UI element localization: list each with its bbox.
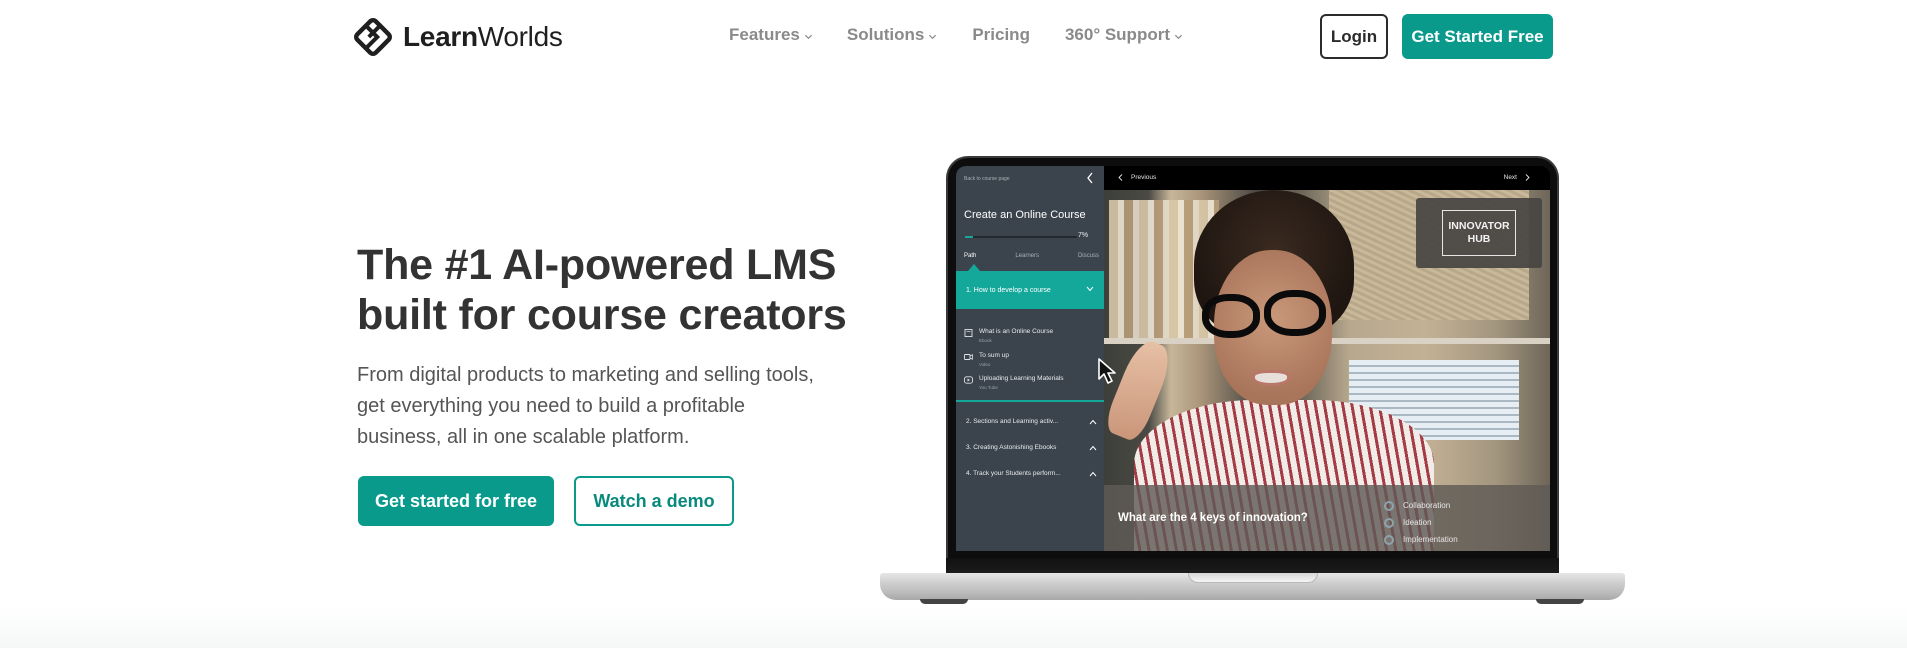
book-icon [964,329,973,337]
lesson-name: To sum up [979,352,1009,359]
watch-demo-button[interactable]: Watch a demo [574,476,734,526]
youtube-play-icon [964,376,973,384]
hero-subtitle: From digital products to marketing and s… [357,364,814,448]
tab-discuss[interactable]: Discuss [1078,253,1099,259]
video-presenter-mouth [1252,370,1290,386]
get-started-free-button[interactable]: Get Started Free [1402,14,1553,59]
lesson-type: You Tube [979,385,998,390]
course-sidebar: Back to course page Create an Online Cou… [956,166,1104,551]
lesson-item[interactable]: Uploading Learning Materials You Tube [964,375,1099,397]
course-progress-fill [965,236,973,238]
quiz-question: What are the 4 keys of innovation? [1118,512,1308,524]
module-label: 1. How to develop a course [966,286,1051,294]
video-player: Previous Next INNOVATOR HUB What are the… [1104,166,1550,551]
active-tab-indicator [968,264,980,271]
hero-title: The #1 AI-powered LMS built for course c… [357,241,847,339]
quiz-option[interactable]: Implementation [1384,531,1458,548]
lesson-name: What is an Online Course [979,328,1054,335]
previous-button[interactable]: Previous [1118,174,1156,181]
video-presenter-glasses [1264,290,1326,336]
module-label: 4. Track your Students perform... [966,470,1061,477]
laptop-screen: Back to course page Create an Online Cou… [956,166,1550,551]
radio-icon [1384,500,1394,511]
lesson-item[interactable]: To sum up Video [964,352,1099,374]
quiz-option[interactable]: Value Creation [1384,548,1458,551]
chevron-up-icon [1089,445,1097,451]
nav-item-label: 360° Support [1064,25,1170,44]
section-bottom-fade [0,606,1907,648]
module-item[interactable]: 4. Track your Students perform... [966,470,1099,477]
quiz-overlay: What are the 4 keys of innovation? Colla… [1104,485,1550,551]
radio-icon [1384,517,1394,528]
logo-text-regular: Worlds [477,21,563,52]
chevron-left-icon[interactable] [1086,172,1094,184]
laptop-foot [920,599,968,604]
innovator-hub-logo: INNOVATOR HUB [1442,210,1516,256]
get-started-for-free-button[interactable]: Get started for free [358,476,554,526]
nav-item-pricing[interactable]: Pricing [972,25,1030,45]
video-presenter-glasses [1202,294,1260,338]
nav-item-label: Solutions [846,25,925,44]
sidebar-tabs: Path Learners Discuss [964,253,1099,259]
laptop-screen-bezel-bottom [946,558,1559,574]
lesson-item[interactable]: What is an Online Course Ebook [964,328,1099,350]
lesson-type: Ebook [979,338,992,343]
next-label: Next [1503,174,1517,181]
chevron-up-icon [1089,419,1097,425]
module-item[interactable]: 3. Creating Astonishing Ebooks [966,444,1099,451]
lesson-name: Uploading Learning Materials [979,375,1064,382]
tab-path[interactable]: Path [964,253,976,259]
section-divider [956,400,1104,402]
quiz-option-label: Ideation [1403,518,1432,527]
nav-item-features[interactable]: Features [729,25,813,45]
nav-item-support[interactable]: 360° Support [1065,25,1183,45]
main-nav: Features Solutions Pricing 360° Support [729,24,1183,46]
back-to-course-link[interactable]: Back to course page [964,176,1010,182]
nav-item-solutions[interactable]: Solutions [847,25,937,45]
quiz-option-label: Collaboration [1403,501,1451,510]
course-title: Create an Online Course [964,209,1086,221]
login-button[interactable]: Login [1320,14,1388,59]
nav-item-label: Pricing [972,25,1030,44]
lesson-type: Video [979,362,991,367]
video-frame[interactable]: INNOVATOR HUB What are the 4 keys of inn… [1104,190,1550,551]
chevron-right-icon [1525,174,1530,181]
logo-text: LearnWorlds [403,21,563,53]
logo[interactable]: LearnWorlds [352,16,563,58]
learnworlds-logo-icon [354,18,392,56]
site-header: LearnWorlds Features Solutions Pricing 3… [0,0,1907,72]
module-item[interactable]: 2. Sections and Learning activ... [966,418,1099,425]
innovator-hub-badge: INNOVATOR HUB [1416,198,1542,268]
video-icon [964,354,973,360]
course-progress-label: 7% [1078,232,1089,239]
chevron-down-icon [929,34,937,39]
radio-icon [1384,534,1394,545]
chevron-left-icon [1118,174,1123,181]
chevron-down-icon [1086,286,1094,292]
quiz-option[interactable]: Ideation [1384,514,1458,531]
quiz-option[interactable]: Collaboration [1384,497,1458,514]
logo-text-bold: Learn [403,21,478,52]
quiz-option-label: Implementation [1403,535,1458,544]
chevron-down-icon [804,34,812,39]
module-item-active[interactable]: 1. How to develop a course [956,271,1104,309]
module-label: 2. Sections and Learning activ... [966,418,1059,425]
module-label: 3. Creating Astonishing Ebooks [966,444,1057,451]
laptop-foot [1536,599,1584,604]
course-progress-bar [965,236,1077,238]
laptop-lid-notch [1188,573,1318,583]
mouse-cursor-icon [1098,358,1116,384]
chevron-up-icon [1089,471,1097,477]
video-top-bar: Previous Next [1104,166,1550,190]
chevron-down-icon [1174,34,1183,39]
quiz-options: Collaboration Ideation Implementation Va… [1384,497,1458,551]
tab-learners[interactable]: Learners [1015,253,1039,259]
next-button[interactable]: Next [1504,174,1530,181]
previous-label: Previous [1131,174,1157,181]
nav-item-label: Features [729,25,800,44]
